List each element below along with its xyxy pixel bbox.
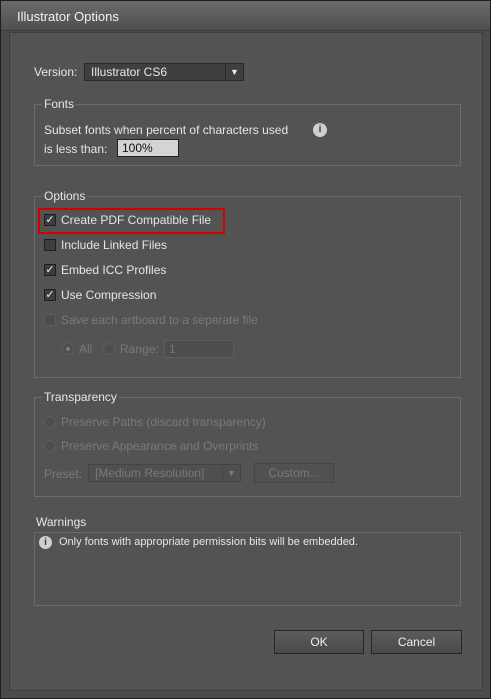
- range-input[interactable]: 1: [164, 340, 234, 358]
- title-bar[interactable]: Illustrator Options: [1, 1, 490, 31]
- custom-button[interactable]: Custom...: [254, 463, 334, 483]
- cancel-button[interactable]: Cancel: [371, 630, 462, 654]
- dialog-title: Illustrator Options: [17, 9, 119, 24]
- range-radio-label: Range:: [120, 342, 159, 356]
- options-legend: Options: [42, 189, 88, 203]
- font-percent-input[interactable]: 100%: [117, 139, 179, 157]
- ok-button[interactable]: OK: [274, 630, 364, 654]
- illustrator-options-dialog: Illustrator Options Version: Illustrator…: [0, 0, 491, 699]
- transparency-legend: Transparency: [42, 390, 119, 404]
- warning-info-icon: i: [39, 536, 52, 549]
- use-compression-checkbox[interactable]: ✓: [44, 289, 56, 301]
- fonts-subset-text: Subset fonts when percent of characters …: [44, 123, 289, 137]
- fonts-legend: Fonts: [42, 97, 77, 111]
- preserve-paths-label: Preserve Paths (discard transparency): [61, 415, 266, 429]
- save-artboards-checkbox[interactable]: [44, 314, 56, 326]
- preserve-paths-radio[interactable]: [44, 416, 56, 428]
- embed-icc-label: Embed ICC Profiles: [61, 263, 167, 277]
- embed-icc-checkbox[interactable]: ✓: [44, 264, 56, 276]
- create-pdf-checkbox[interactable]: ✓: [44, 214, 56, 226]
- preset-select[interactable]: [Medium Resolution] ▼: [88, 464, 241, 482]
- version-select[interactable]: Illustrator CS6 ▼: [84, 63, 244, 81]
- version-select-value: Illustrator CS6: [91, 65, 168, 79]
- range-radio[interactable]: [103, 343, 115, 355]
- include-linked-label: Include Linked Files: [61, 238, 168, 252]
- all-radio-label: All: [79, 342, 93, 356]
- fonts-less-than-label: is less than:: [44, 142, 108, 156]
- chevron-down-icon: ▼: [225, 64, 243, 80]
- create-pdf-label: Create PDF Compatible File: [61, 213, 212, 227]
- version-label: Version:: [34, 65, 78, 79]
- chevron-down-icon: ▼: [222, 465, 240, 481]
- use-compression-label: Use Compression: [61, 288, 157, 302]
- all-radio[interactable]: [62, 343, 74, 355]
- include-linked-checkbox[interactable]: [44, 239, 56, 251]
- preserve-appearance-label: Preserve Appearance and Overprints: [61, 439, 259, 453]
- preset-label: Preset:: [44, 467, 83, 481]
- preset-select-value: [Medium Resolution]: [95, 466, 205, 480]
- info-icon[interactable]: i: [313, 123, 327, 137]
- warnings-legend: Warnings: [34, 515, 89, 529]
- warning-message: Only fonts with appropriate permission b…: [59, 536, 358, 548]
- preserve-appearance-radio[interactable]: [44, 440, 56, 452]
- dialog-body: Version: Illustrator CS6 ▼ Fonts Subset …: [9, 32, 483, 691]
- save-artboards-label: Save each artboard to a separate file: [61, 313, 258, 327]
